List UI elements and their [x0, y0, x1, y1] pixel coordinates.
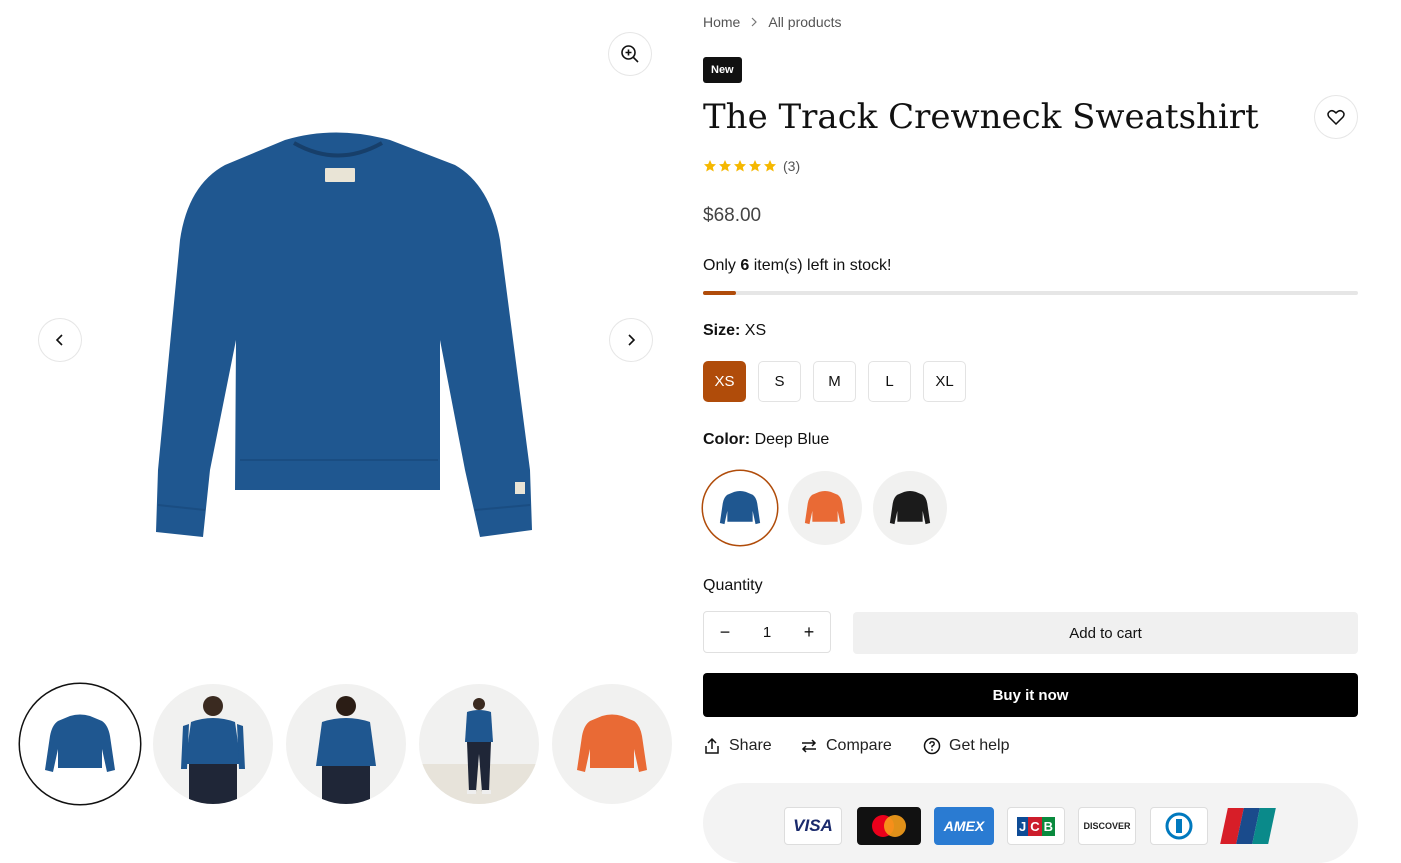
star-rating: [703, 159, 777, 173]
product-title: The Track Crewneck Sweatshirt: [703, 97, 1259, 137]
visa-text: VISA: [793, 816, 833, 835]
compare-icon: [801, 739, 817, 753]
color-swatch-black[interactable]: [873, 471, 947, 545]
quantity-increase-button[interactable]: +: [788, 622, 830, 643]
sweatshirt-image: [156, 132, 532, 537]
size-label: Size:: [703, 322, 741, 339]
discover-icon: DISCOVER: [1078, 807, 1136, 845]
stock-message: Only 6 item(s) left in stock!: [703, 257, 892, 275]
stock-count: 6: [740, 257, 750, 274]
chevron-right-icon: [751, 17, 758, 27]
diners-logo: [1165, 812, 1193, 840]
unionpay-icon: [1220, 807, 1276, 845]
breadcrumb-home[interactable]: Home: [703, 14, 740, 30]
jcb-icon: JCB: [1007, 807, 1065, 845]
thumbnail-image: [577, 714, 647, 772]
thumbnail-image: [316, 696, 376, 804]
size-label-row: Size: XS: [703, 322, 766, 340]
color-swatch-deep-blue[interactable]: [703, 471, 777, 545]
size-option-l[interactable]: L: [868, 361, 911, 402]
size-option-xs[interactable]: XS: [703, 361, 746, 402]
next-image-button[interactable]: [610, 319, 652, 361]
help-icon: [923, 737, 941, 755]
thumbnail-5[interactable]: [552, 684, 672, 804]
thumbnail-image: [45, 714, 115, 772]
color-label-row: Color: Deep Blue: [703, 431, 829, 449]
swatch-image: [889, 491, 931, 525]
compare-button[interactable]: Compare: [800, 737, 892, 755]
zoom-in-icon: [621, 45, 639, 63]
diners-club-icon: [1150, 807, 1208, 845]
jcb-badge: JCB: [1016, 816, 1055, 836]
quantity-decrease-button[interactable]: −: [704, 622, 746, 643]
wishlist-button[interactable]: [1315, 96, 1357, 138]
thumbnail-1[interactable]: [20, 684, 140, 804]
stock-suffix: item(s) left in stock!: [749, 257, 892, 274]
add-to-cart-button[interactable]: Add to cart: [853, 612, 1358, 654]
color-label: Color:: [703, 431, 751, 448]
star-icon: [704, 160, 716, 172]
star-icon: [719, 160, 731, 172]
price: $68.00: [703, 205, 762, 226]
amex-icon: AMEX: [934, 807, 994, 845]
previous-image-button[interactable]: [39, 319, 81, 361]
color-swatch-orange[interactable]: [788, 471, 862, 545]
star-icon: [734, 160, 746, 172]
mastercard-logo: [872, 815, 906, 837]
compare-label: Compare: [826, 737, 892, 754]
visa-icon: VISA: [784, 807, 842, 845]
share-icon: [705, 737, 719, 754]
swatch-image: [804, 491, 846, 525]
breadcrumb: Home All products: [703, 14, 842, 30]
stock-prefix: Only: [703, 257, 741, 274]
thumbnail-image: [419, 698, 539, 804]
unionpay-logo: [1220, 808, 1276, 844]
size-option-xl[interactable]: XL: [923, 361, 966, 402]
thumbnail-3[interactable]: [286, 684, 406, 804]
stock-progress-fill: [703, 291, 736, 295]
chevron-right-icon: [628, 334, 636, 346]
review-count: (3): [783, 158, 801, 174]
amex-text: AMEX: [943, 818, 985, 834]
mastercard-icon: [857, 807, 921, 845]
thumbnail-4[interactable]: [419, 684, 539, 804]
help-label: Get help: [949, 737, 1010, 754]
size-option-s[interactable]: S: [758, 361, 801, 402]
thumbnail-image: [181, 696, 245, 804]
buy-now-button[interactable]: Buy it now: [703, 673, 1358, 717]
heart-icon: [1327, 109, 1345, 125]
quantity-label: Quantity: [703, 577, 763, 594]
size-option-m[interactable]: M: [813, 361, 856, 402]
stock-progress-bar: [703, 291, 1358, 295]
discover-text: DISCOVER: [1083, 821, 1131, 831]
zoom-button[interactable]: [609, 33, 651, 75]
get-help-button[interactable]: Get help: [923, 737, 1009, 755]
thumbnail-2[interactable]: [153, 684, 273, 804]
chevron-left-icon: [55, 334, 63, 346]
quantity-value[interactable]: 1: [746, 624, 788, 641]
breadcrumb-current[interactable]: All products: [768, 14, 841, 30]
share-label: Share: [729, 737, 772, 754]
quantity-stepper[interactable]: − 1 +: [703, 611, 831, 653]
main-product-image[interactable]: [60, 40, 630, 640]
color-selected: Deep Blue: [754, 431, 830, 448]
size-selected: XS: [744, 322, 767, 339]
star-icon: [749, 160, 761, 172]
new-badge: New: [703, 57, 742, 83]
swatch-image: [719, 491, 761, 525]
rating[interactable]: (3): [703, 158, 800, 174]
share-button[interactable]: Share: [703, 737, 772, 755]
star-icon: [764, 160, 776, 172]
